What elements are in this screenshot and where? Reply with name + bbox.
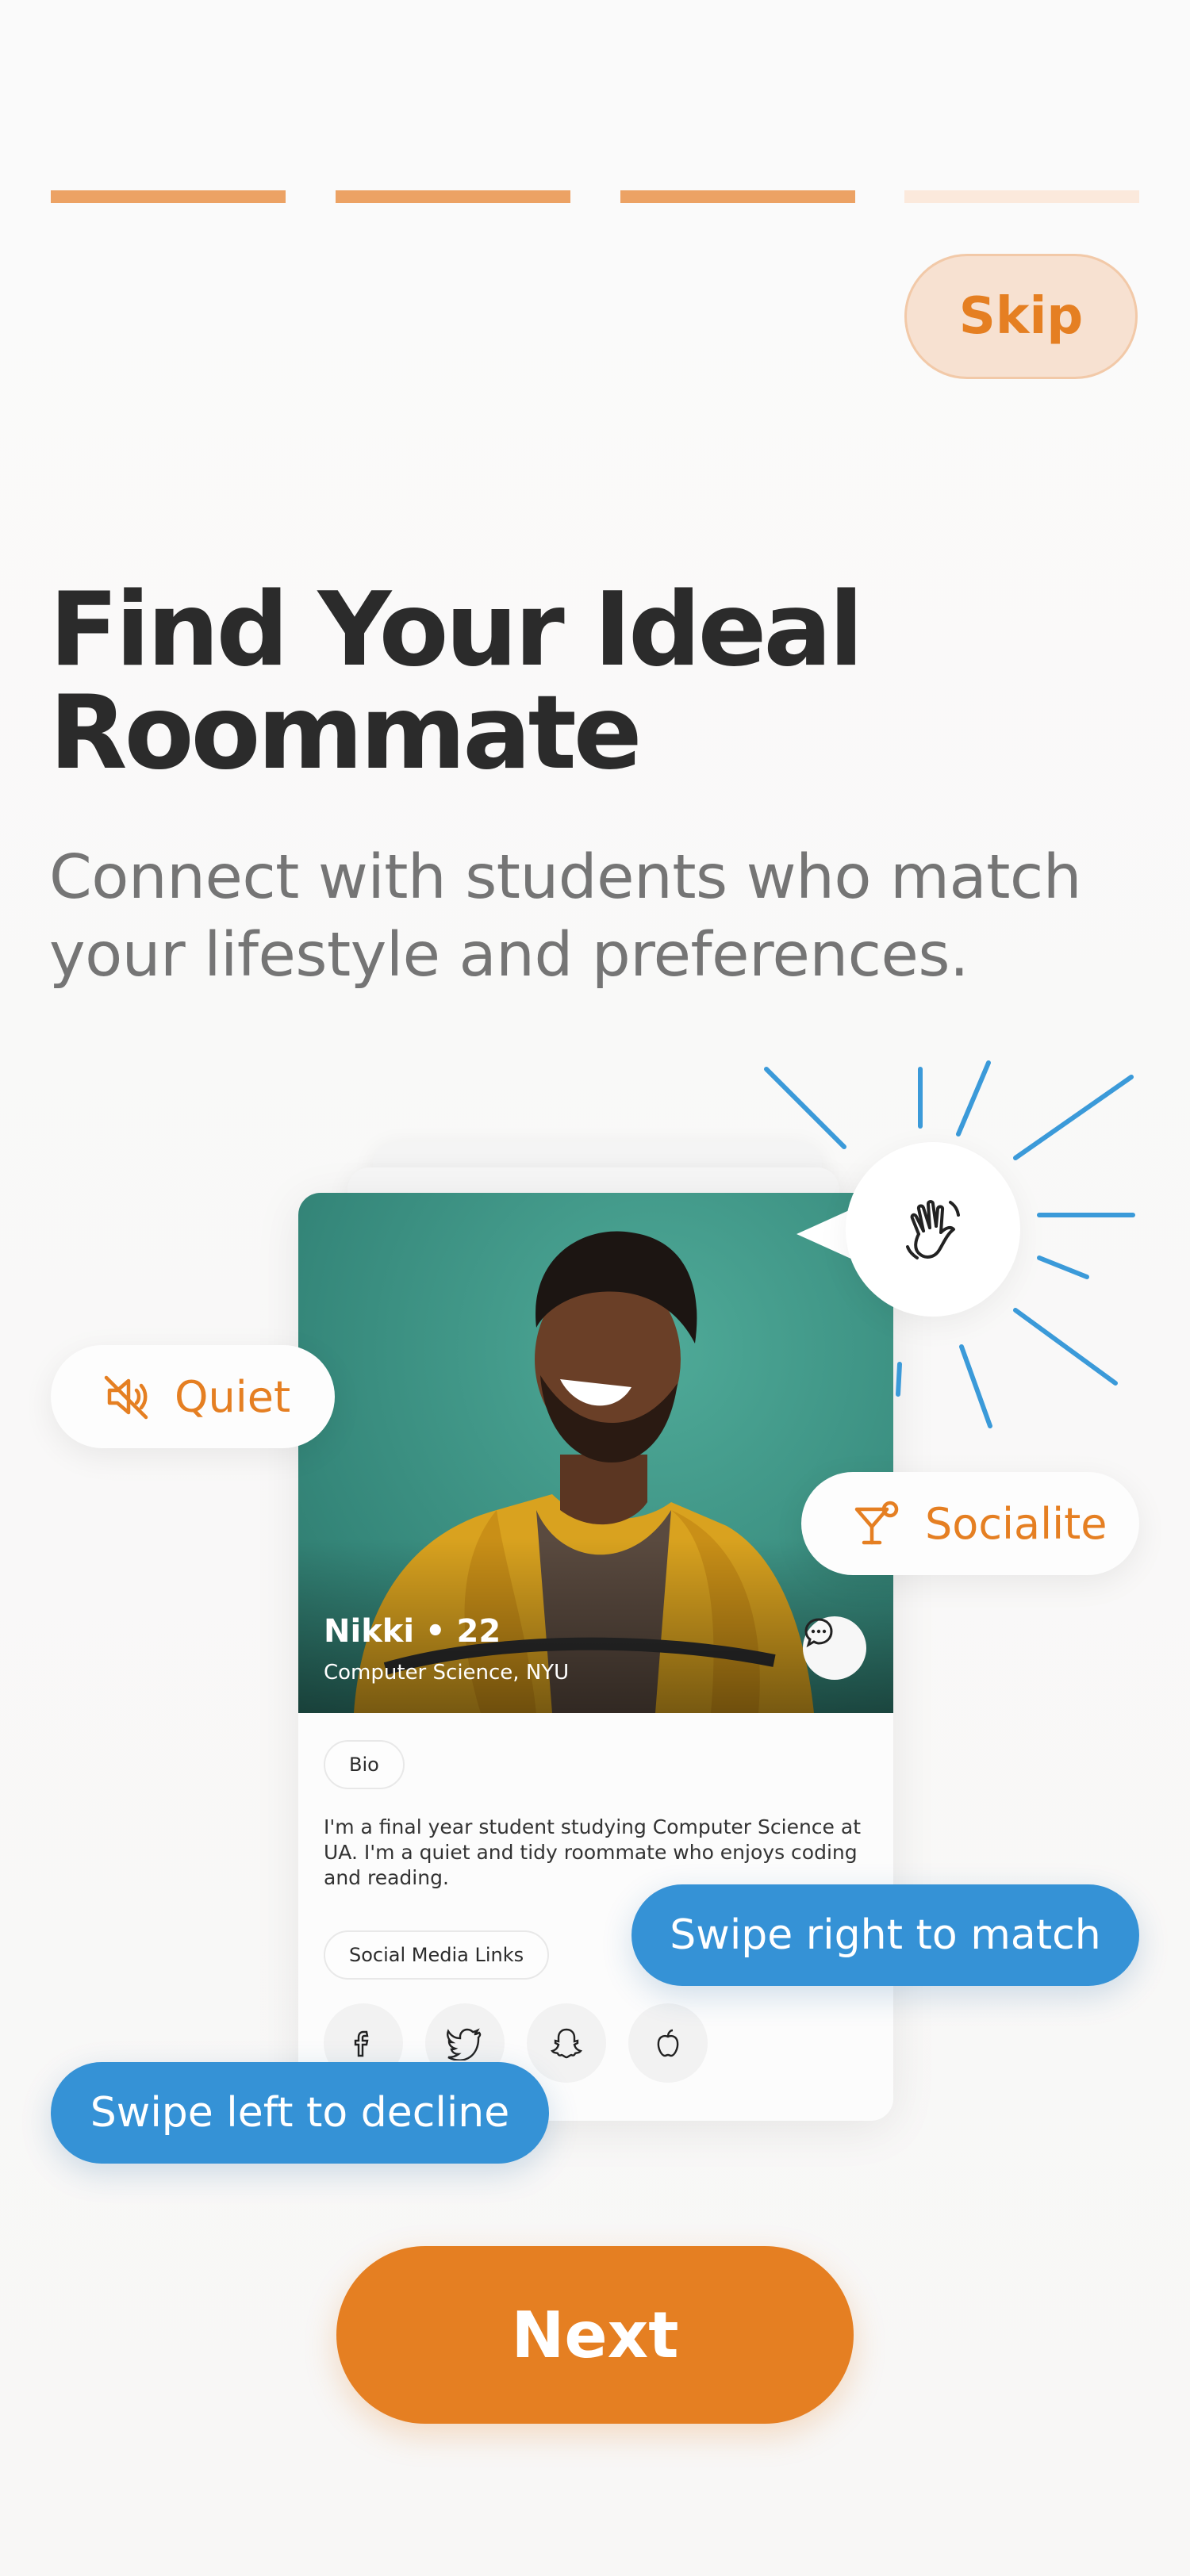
- twitter-icon: [447, 2028, 482, 2060]
- chat-button[interactable]: [803, 1616, 866, 1680]
- swipe-left-hint: Swipe left to decline: [51, 2062, 549, 2164]
- waving-hand-icon: [906, 1200, 960, 1259]
- onboarding-screen: Skip Find Your Ideal Roommate Connect wi…: [0, 0, 1190, 2576]
- snapchat-link[interactable]: [527, 2003, 606, 2083]
- swipe-right-hint: Swipe right to match: [631, 1884, 1139, 1986]
- bio-text: I'm a final year student studying Comput…: [324, 1815, 862, 1889]
- cocktail-icon: [854, 1501, 899, 1545]
- progress-indicator: [51, 190, 1139, 203]
- progress-step-1: [51, 190, 286, 203]
- social-links-chip: Social Media Links: [324, 1930, 550, 1980]
- page-subtitle: Connect with students who match your lif…: [49, 842, 1082, 991]
- bio-chip: Bio: [324, 1740, 405, 1789]
- wave-bubble: [846, 1142, 1020, 1317]
- progress-step-3: [620, 190, 855, 203]
- trait-quiet-label: Quiet: [175, 1371, 291, 1422]
- trait-socialite-pill: Socialite: [801, 1472, 1139, 1575]
- snapchat-icon: [551, 2028, 582, 2059]
- progress-step-4: [904, 190, 1139, 203]
- apple-icon: [657, 2029, 679, 2057]
- skip-button[interactable]: Skip: [904, 254, 1138, 379]
- trait-quiet-pill: Quiet: [51, 1345, 335, 1448]
- facebook-icon: [354, 2030, 369, 2057]
- chat-icon: [804, 1618, 833, 1648]
- next-button[interactable]: Next: [336, 2246, 854, 2424]
- page-title: Find Your Ideal Roommate: [49, 571, 864, 792]
- progress-step-2: [336, 190, 570, 203]
- trait-socialite-label: Socialite: [925, 1498, 1107, 1549]
- muted-speaker-icon: [104, 1375, 148, 1420]
- apple-link[interactable]: [628, 2003, 708, 2083]
- profile-major: Computer Science, NYU: [324, 1661, 570, 1685]
- profile-name-age: Nikki • 22: [324, 1613, 501, 1650]
